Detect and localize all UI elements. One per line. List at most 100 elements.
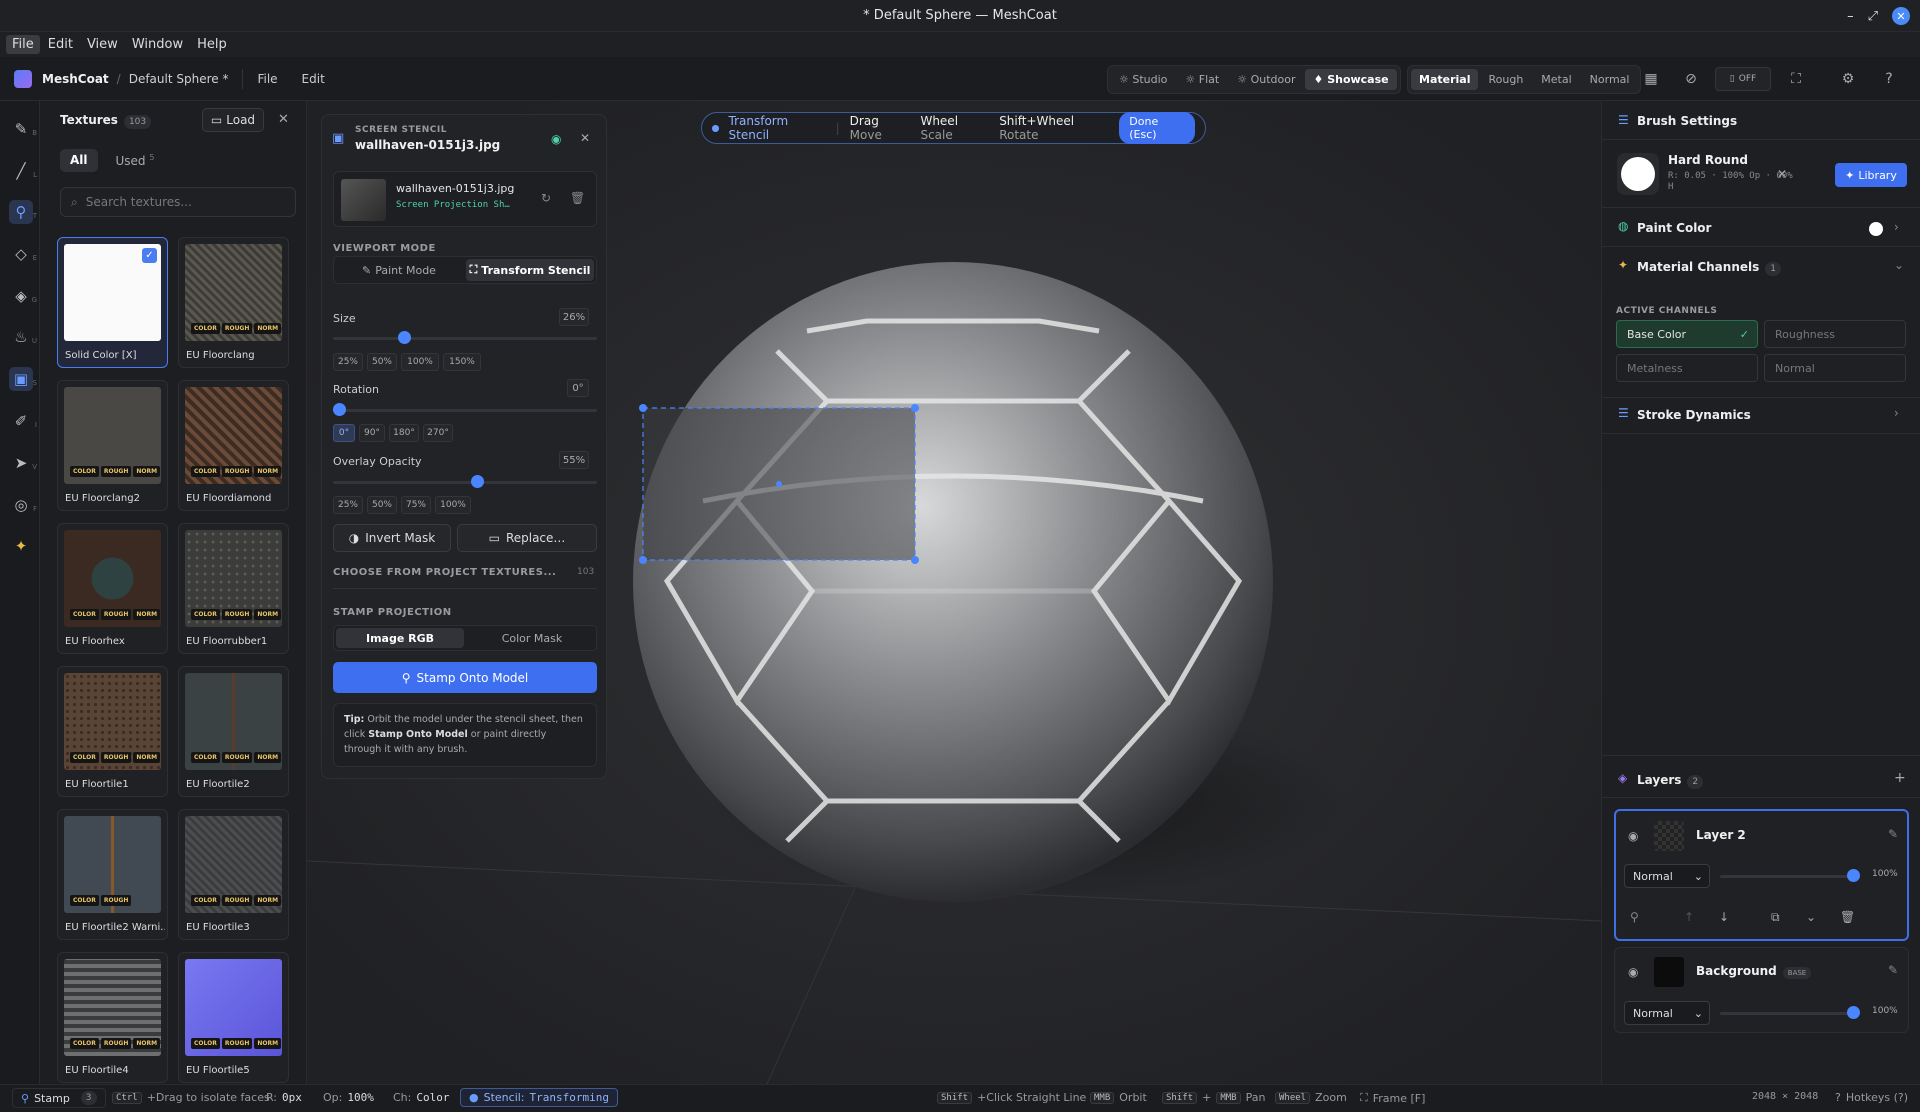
texture-card[interactable]: COLOR ROUGH NORM EU Floortile1 [57, 666, 168, 797]
texture-card[interactable]: COLOR ROUGH NORM EU Floortile2 [178, 666, 289, 797]
eyedropper-tool-icon[interactable]: ✐ I [9, 409, 37, 433]
smudge-tool-icon[interactable]: ♨ U [9, 325, 37, 349]
opacity-preset-100[interactable]: 100% [435, 496, 471, 514]
duplicate-icon[interactable]: ⧉ [1771, 910, 1780, 925]
sparkle-tool-icon[interactable]: ✦ [9, 534, 33, 558]
move-up-icon[interactable]: ↑ [1684, 910, 1694, 924]
merge-down-icon[interactable]: ⌄ [1806, 910, 1816, 924]
view-rough[interactable]: Rough [1480, 69, 1531, 90]
lighting-outdoor[interactable]: ☼ Outdoor [1229, 69, 1303, 90]
tab-all[interactable]: All [60, 149, 98, 172]
stencil-handle-tr[interactable] [911, 404, 919, 412]
stamp-tool-icon[interactable]: ⚲ T [9, 200, 37, 224]
brush-tool-icon[interactable]: ✎ B [9, 117, 37, 141]
move-down-icon[interactable]: ↓ [1719, 910, 1729, 924]
grid-icon[interactable]: ▦ [1643, 71, 1659, 87]
size-slider[interactable] [333, 337, 597, 340]
layer-opacity-slider[interactable] [1720, 875, 1860, 878]
view-normal[interactable]: Normal [1582, 69, 1638, 90]
minimize-icon[interactable]: – [1847, 9, 1854, 24]
gear-icon[interactable]: ⚙ [1840, 71, 1856, 87]
opacity-preset-50[interactable]: 50% [367, 496, 397, 514]
texture-card[interactable]: COLOR ROUGH NORM EU Floordiamond [178, 380, 289, 511]
paint-mode-button[interactable]: ✎ Paint Mode [336, 259, 462, 281]
texture-card[interactable]: COLOR ROUGH NORM EU Floortile4 [57, 952, 168, 1083]
size-preset-25[interactable]: 25% [333, 353, 363, 371]
layer-row[interactable]: ◉ Background BASE ✎ Normal ⌄ 100% [1614, 947, 1909, 1033]
rotation-preset-90[interactable]: 90° [359, 424, 385, 442]
lighting-flat[interactable]: ☼ Flat [1177, 69, 1227, 90]
document-name[interactable]: Default Sphere * [129, 72, 229, 86]
texture-card[interactable]: COLOR ROUGH NORM EU Floortile3 [178, 809, 289, 940]
symmetry-toggle[interactable]: ▯ OFF [1715, 67, 1771, 91]
hotkeys-button[interactable]: ? Hotkeys (?) [1835, 1091, 1908, 1104]
channel-normal[interactable]: Normal [1764, 354, 1906, 382]
texture-card[interactable]: COLOR ROUGH EU Floortile2 Warni... [57, 809, 168, 940]
texture-card[interactable]: COLOR ROUGH NORM EU Floorhex [57, 523, 168, 654]
layer-opacity-knob[interactable] [1847, 1006, 1860, 1019]
eraser-tool-icon[interactable]: ◇ E [9, 242, 37, 266]
layer-opacity-knob[interactable] [1847, 869, 1860, 882]
toolbar-file-menu[interactable]: File [257, 72, 277, 86]
rotation-slider[interactable] [333, 409, 597, 412]
blend-mode-select[interactable]: Normal ⌄ [1624, 1001, 1710, 1025]
opacity-value[interactable]: 55% [559, 451, 589, 469]
eye-icon[interactable]: ◉ [1628, 829, 1638, 843]
paint-color-title[interactable]: Paint Color [1637, 221, 1711, 235]
rotation-value[interactable]: 0° [567, 379, 589, 397]
texture-card[interactable]: COLOR ROUGH NORM EU Floorrubber1 [178, 523, 289, 654]
view-material[interactable]: Material [1411, 69, 1479, 90]
close-icon[interactable]: ✕ [580, 131, 590, 145]
rotation-preset-180[interactable]: 180° [389, 424, 419, 442]
menu-view[interactable]: View [81, 35, 124, 54]
channel-roughness[interactable]: Roughness [1764, 320, 1906, 348]
stencil-handle-bl[interactable] [639, 556, 647, 564]
stencil-handle-tl[interactable] [639, 404, 647, 412]
clear-brush-icon[interactable]: ✕ [1777, 167, 1787, 181]
stencil-center-handle[interactable] [776, 481, 782, 487]
layer-row[interactable]: ◉ Layer 2 ✎ Normal ⌄ 100% ⚲ ↑ ↓ ⧉ ⌄ 🗑 [1614, 809, 1909, 941]
chevron-down-icon[interactable]: ⌄ [1894, 258, 1904, 272]
texture-card[interactable]: COLOR ROUGH NORM EU Floortile5 [178, 952, 289, 1083]
size-value[interactable]: 26% [559, 308, 589, 326]
maximize-icon[interactable]: ⤢ [1868, 9, 1878, 24]
rotation-preset-270[interactable]: 270° [423, 424, 453, 442]
stencil-handle-br[interactable] [911, 556, 919, 564]
blend-mode-select[interactable]: Normal ⌄ [1624, 864, 1710, 888]
size-preset-150[interactable]: 150% [443, 353, 481, 371]
lock-icon[interactable]: ⚲ [1630, 910, 1639, 924]
done-button[interactable]: Done (Esc) [1119, 112, 1195, 144]
menu-edit[interactable]: Edit [42, 35, 79, 54]
texture-card[interactable]: COLOR ROUGH NORM EU Floorclang2 [57, 380, 168, 511]
transform-stencil-button[interactable]: ⛶ Transform Stencil [466, 259, 594, 281]
size-preset-100[interactable]: 100% [401, 353, 439, 371]
help-icon[interactable]: ? [1881, 71, 1897, 87]
size-slider-knob[interactable] [398, 331, 412, 344]
menu-window[interactable]: Window [126, 35, 189, 54]
trash-icon[interactable]: 🗑 [1840, 910, 1855, 924]
color-mask-button[interactable]: Color Mask [468, 628, 596, 648]
size-preset-50[interactable]: 50% [367, 353, 397, 371]
fill-tool-icon[interactable]: ◈ G [9, 284, 37, 308]
eye-icon[interactable]: ◉ [1628, 965, 1638, 979]
search-textures[interactable]: ⌕ Search textures... [60, 187, 296, 217]
load-button[interactable]: ▭ Load [202, 108, 264, 132]
opacity-preset-75[interactable]: 75% [401, 496, 431, 514]
close-panel-icon[interactable]: ✕ [278, 112, 289, 127]
toolbar-edit-menu[interactable]: Edit [302, 72, 325, 86]
stencil-tool-icon[interactable]: ▣ S [9, 367, 37, 391]
lighting-showcase[interactable]: ♦ Showcase [1305, 69, 1397, 90]
frame-icon[interactable]: ⛶ [1788, 71, 1804, 87]
choose-textures-label[interactable]: CHOOSE FROM PROJECT TEXTURES... [333, 567, 556, 578]
trash-icon[interactable]: 🗑 [570, 191, 585, 205]
menu-help[interactable]: Help [191, 35, 233, 54]
library-button[interactable]: ✦ Library [1835, 163, 1907, 187]
close-icon[interactable]: ✕ [1892, 7, 1910, 25]
opacity-preset-25[interactable]: 25% [333, 496, 363, 514]
view-metal[interactable]: Metal [1533, 69, 1579, 90]
eye-icon[interactable]: ◉ [551, 132, 561, 146]
material-channels-title[interactable]: Material Channels 1 [1637, 260, 1781, 276]
invert-mask-button[interactable]: ◑ Invert Mask [333, 524, 451, 552]
line-tool-icon[interactable]: ╱ L [9, 159, 37, 183]
opacity-slider[interactable] [333, 481, 597, 484]
